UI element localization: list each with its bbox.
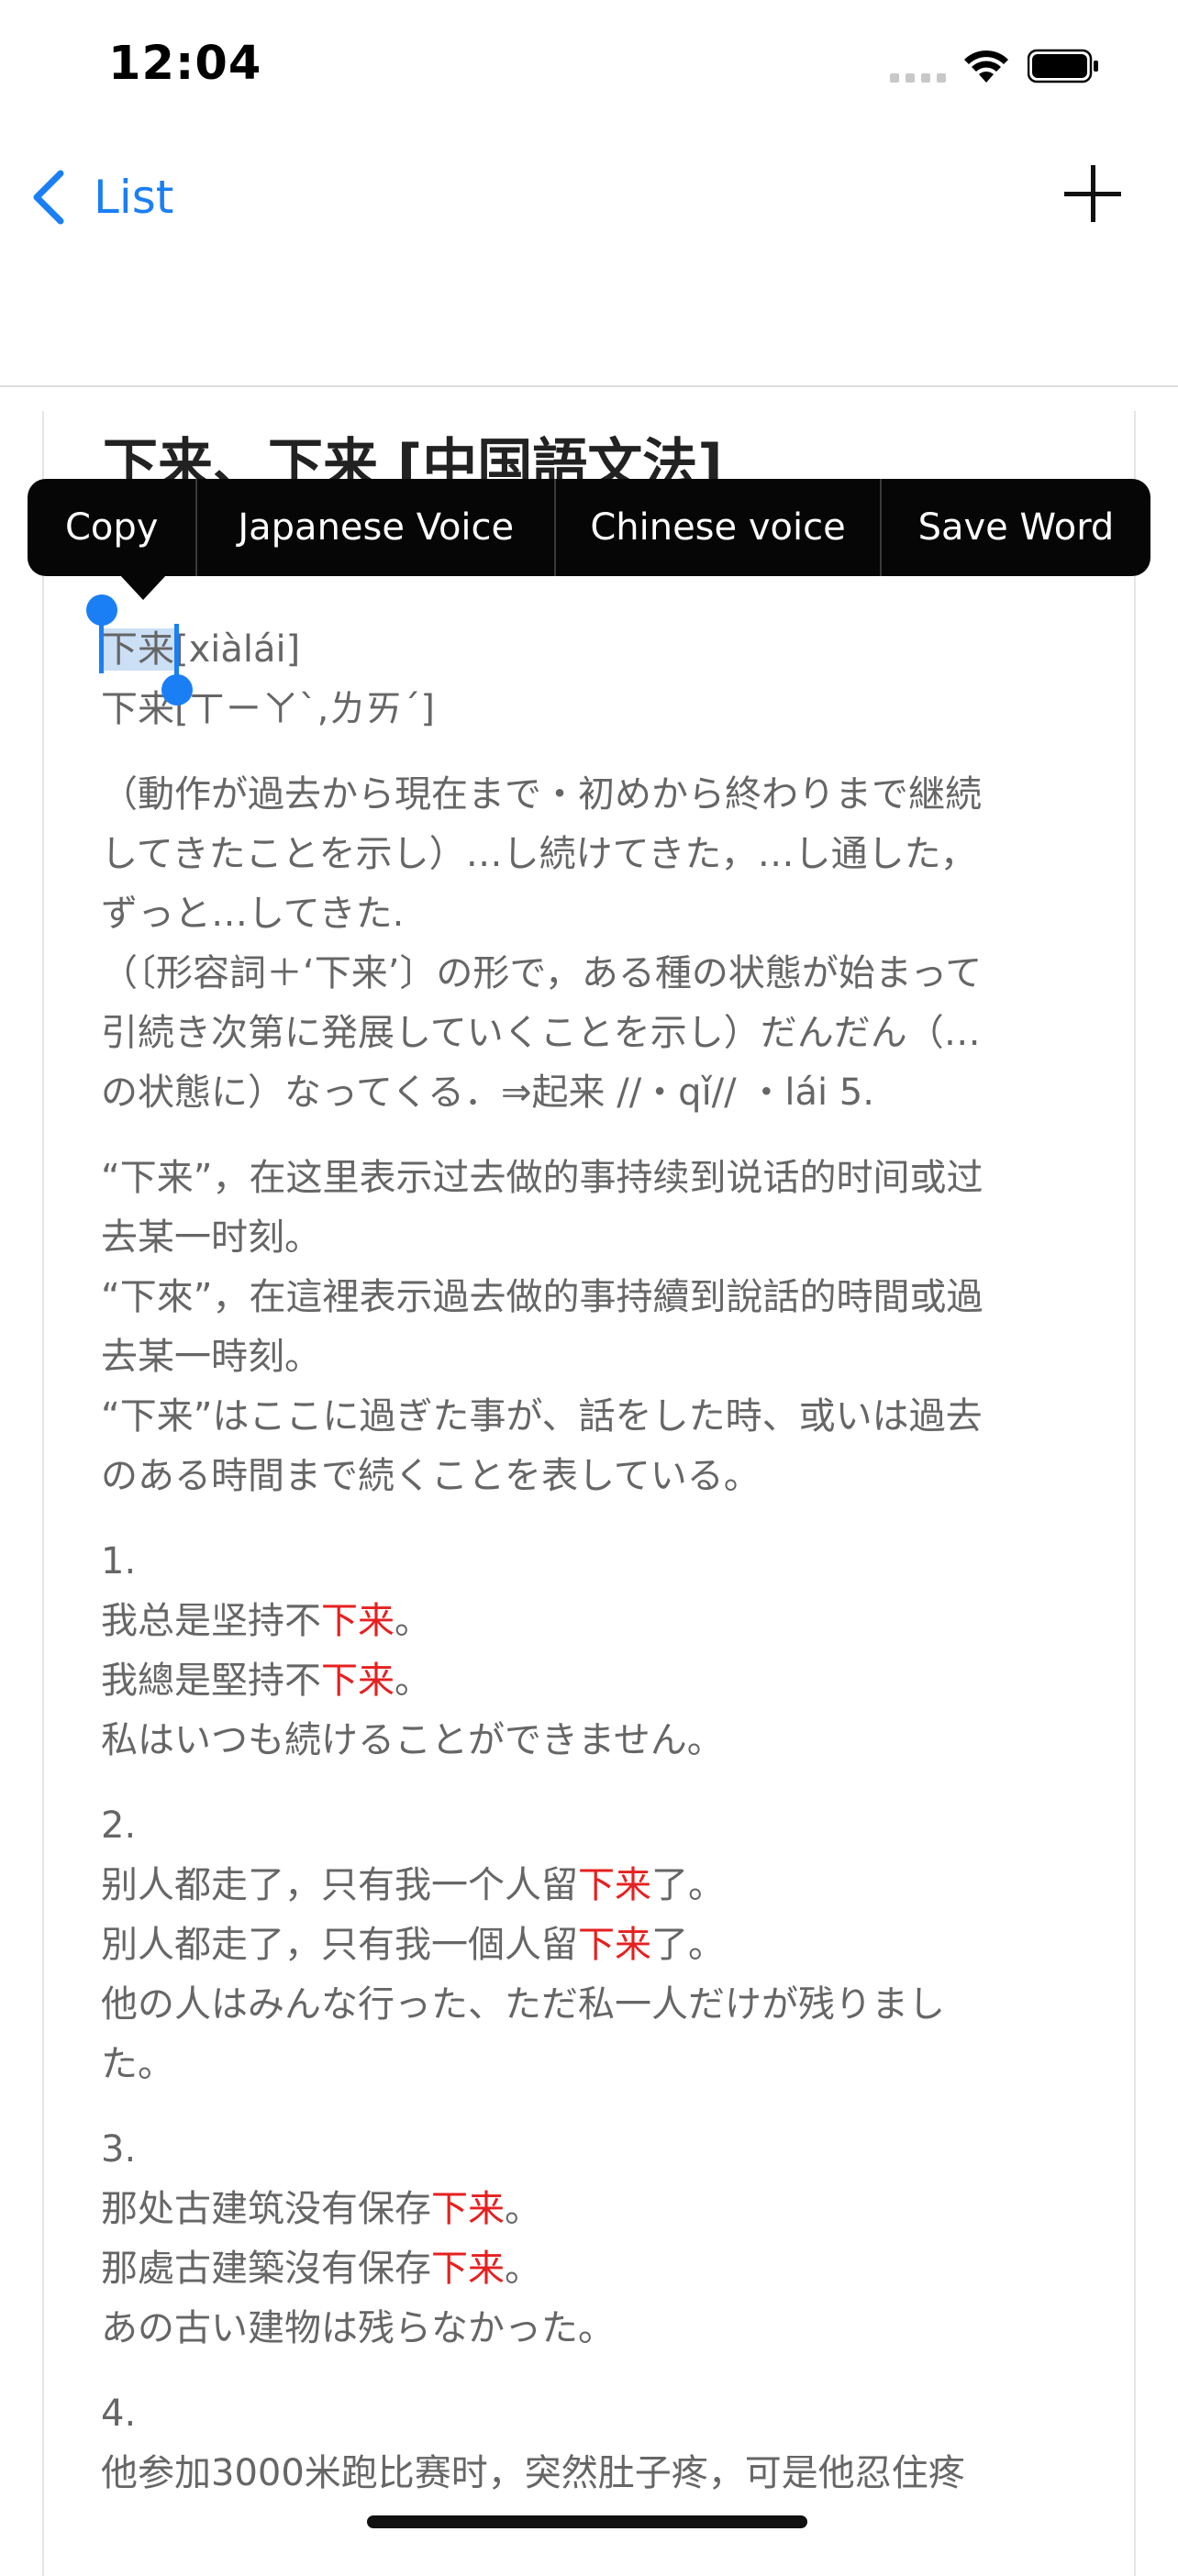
example-simplified[interactable]: 别人都走了，只有我一个人留下来了。 — [101, 1856, 1083, 1915]
text-line[interactable]: “下來”，在這裡表示過去做的事持續到說話的時間或過 — [101, 1268, 1083, 1327]
home-indicator[interactable] — [367, 2515, 807, 2528]
status-bar: 12:04 — [0, 0, 1178, 119]
example-simplified[interactable]: 他参加3000米跑比赛时，突然肚子疼，可是他忍住疼 — [101, 2444, 1083, 2504]
example-number: 3. — [101, 2128, 137, 2171]
example-2: 2. 别人都走了，只有我一个人留下来了。 別人都走了，只有我一個人留下来了。 他… — [101, 1796, 1083, 2094]
example-3: 3. 那处古建筑没有保存下来。 那處古建築沒有保存下来。 あの古い建物は残らなか… — [101, 2120, 1083, 2359]
text-line[interactable]: のある時間まで続くことを表している。 — [101, 1447, 1083, 1506]
menu-item-chinese-voice[interactable]: Chinese voice — [556, 479, 882, 576]
text-line[interactable]: （動作が過去から現在まで・初めから終わりまで継続 — [101, 765, 1083, 825]
selection-start-handle[interactable] — [86, 594, 117, 626]
text-line[interactable]: 引続き次第に発展していくことを示し）だんだん（… — [101, 1004, 1083, 1063]
entry-content: 下来[xiàlái] 下来[ㄒㄧㄚˋ,ㄌㄞˊ] （動作が過去から現在まで・初めか… — [101, 620, 1083, 2529]
highlighted-word: 下来 — [431, 2188, 505, 2230]
example-traditional[interactable]: 別人都走了，只有我一個人留下来了。 — [101, 1915, 1083, 1975]
back-button[interactable]: List — [29, 156, 173, 239]
explanation-block: “下来”，在这里表示过去做的事持续到说话的时间或过 去某一时刻。 “下來”，在這… — [101, 1149, 1083, 1506]
menu-pointer-arrow — [119, 574, 167, 600]
text-line[interactable]: ずっと…してきた. — [101, 884, 1083, 944]
definition-japanese: （動作が過去から現在まで・初めから終わりまで継続 してきたことを示し）…し続けて… — [101, 765, 1083, 1123]
example-japanese[interactable]: 私はいつも続けることができません。 — [101, 1711, 1083, 1771]
example-traditional[interactable]: 那處古建築沒有保存下来。 — [101, 2239, 1083, 2299]
wifi-icon — [964, 50, 1008, 83]
text-line[interactable]: “下来”はここに過ぎた事が、話をした時、或いは過去 — [101, 1387, 1083, 1447]
zhuyin-line[interactable]: 下来[ㄒㄧㄚˋ,ㄌㄞˊ] — [101, 680, 1083, 739]
example-simplified[interactable]: 我总是坚持不下来。 — [101, 1592, 1083, 1651]
cellular-signal-icon — [890, 73, 947, 83]
example-japanese[interactable]: 他の人はみんな行った、ただ私一人だけが残りまし — [101, 1975, 1083, 2035]
highlighted-word: 下来 — [321, 1660, 395, 1702]
text-line[interactable]: “下来”，在这里表示过去做的事持续到说话的时间或过 — [101, 1149, 1083, 1208]
example-traditional[interactable]: 我總是堅持不下来。 — [101, 1651, 1083, 1711]
example-4: 4. 他参加3000米跑比赛时，突然肚子疼，可是他忍住疼 — [101, 2384, 1083, 2504]
example-number: 4. — [101, 2393, 137, 2435]
example-1: 1. 我总是坚持不下来。 我總是堅持不下来。 私はいつも続けることができません。 — [101, 1532, 1083, 1771]
example-simplified[interactable]: 那处古建筑没有保存下来。 — [101, 2180, 1083, 2239]
example-japanese[interactable]: た。 — [101, 2035, 1083, 2094]
example-number: 1. — [101, 1540, 137, 1582]
back-button-label: List — [94, 171, 174, 224]
menu-item-japanese-voice[interactable]: Japanese Voice — [197, 479, 557, 576]
battery-icon — [1028, 49, 1098, 83]
selection-end-handle[interactable] — [161, 674, 193, 705]
menu-item-save-word[interactable]: Save Word — [882, 479, 1150, 576]
status-time: 12:04 — [108, 37, 262, 91]
menu-item-copy[interactable]: Copy — [28, 479, 198, 576]
selection-end-bar — [174, 624, 179, 681]
highlighted-word: 下来 — [578, 1864, 651, 1906]
navigation-bar: List — [0, 119, 1178, 387]
highlighted-word: 下来 — [321, 1600, 395, 1642]
text-selection-menu: Copy Japanese Voice Chinese voice Save W… — [28, 479, 1150, 576]
pinyin-text: [xiàlái] — [174, 628, 301, 671]
text-line[interactable]: （〔形容詞＋‘下来’〕の形で，ある種の状態が始まって — [101, 944, 1083, 1004]
add-icon[interactable] — [1064, 165, 1121, 222]
text-line[interactable]: の状態に）なってくる．⇒起来 //・qǐ// ・lái 5. — [101, 1063, 1083, 1123]
text-line[interactable]: 去某一时刻。 — [101, 1208, 1083, 1268]
highlighted-word: 下来 — [578, 1924, 651, 1966]
pinyin-block: 下来[xiàlái] 下来[ㄒㄧㄚˋ,ㄌㄞˊ] — [101, 620, 1083, 739]
selected-text[interactable]: 下来 — [101, 628, 174, 671]
example-number: 2. — [101, 1804, 137, 1847]
text-line[interactable]: してきたことを示し）…し続けてきた，…し通した， — [101, 825, 1083, 884]
highlighted-word: 下来 — [431, 2248, 505, 2290]
text-line[interactable]: 去某一時刻。 — [101, 1327, 1083, 1387]
pinyin-line[interactable]: 下来[xiàlái] — [101, 620, 1083, 680]
chevron-left-icon — [33, 170, 64, 225]
example-japanese[interactable]: あの古い建物は残らなかった。 — [101, 2299, 1083, 2359]
